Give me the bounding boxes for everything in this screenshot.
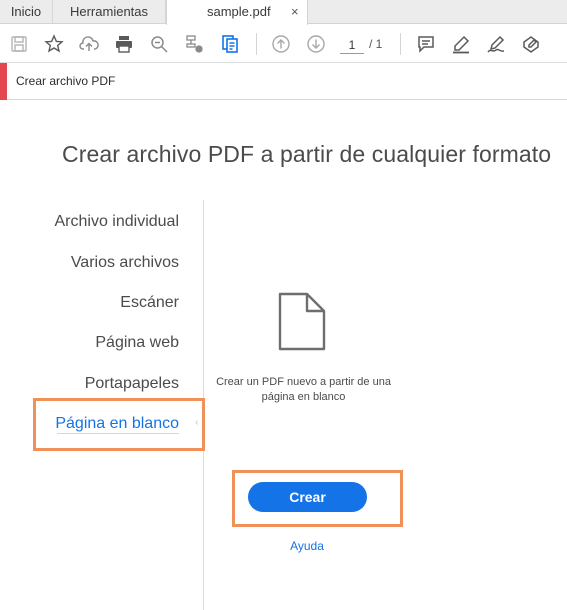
close-icon[interactable]: ×: [291, 0, 299, 24]
page-up-icon[interactable]: [271, 34, 291, 54]
save-icon[interactable]: [9, 34, 29, 54]
tool-accent-bar: [0, 63, 7, 100]
page-total: / 1: [369, 37, 383, 51]
fill-sign-icon[interactable]: [521, 34, 541, 54]
highlight-box-create: [232, 470, 403, 527]
star-icon[interactable]: [44, 34, 64, 54]
tool-title: Crear archivo PDF: [16, 74, 116, 88]
highlight-box-blank-page: [33, 398, 205, 451]
toolbar-separator: [256, 33, 257, 55]
zoom-search-icon[interactable]: [149, 34, 169, 54]
stamp-hand-icon[interactable]: [184, 34, 204, 54]
page-title: Crear archivo PDF a partir de cualquier …: [62, 141, 552, 167]
option-description: Crear un PDF nuevo a partir de una págin…: [216, 376, 391, 403]
cloud-upload-icon[interactable]: [79, 34, 99, 54]
page-number-input[interactable]: [340, 36, 364, 54]
help-link[interactable]: Ayuda: [276, 539, 338, 553]
tool-header: Crear archivo PDF: [0, 63, 567, 100]
nav-item-clipboard[interactable]: Portapapeles: [85, 375, 179, 393]
nav-item-web-page[interactable]: Página web: [95, 334, 179, 352]
tab-document-label: sample.pdf: [207, 4, 271, 19]
toolbar: / 1: [0, 25, 567, 63]
comment-icon[interactable]: [416, 34, 436, 54]
blank-document-icon: [277, 292, 327, 352]
nav-item-scanner[interactable]: Escáner: [120, 294, 179, 312]
tab-home[interactable]: Inicio: [0, 0, 52, 24]
page-down-icon[interactable]: [306, 34, 326, 54]
tab-bar: Inicio Herramientas sample.pdf ×: [0, 0, 567, 25]
create-pdf-icon[interactable]: [220, 34, 240, 54]
highlight-pen-icon[interactable]: [451, 34, 471, 54]
sign-icon[interactable]: [486, 34, 506, 54]
toolbar-separator: [400, 33, 401, 55]
nav-item-multiple-files[interactable]: Varios archivos: [71, 254, 179, 272]
tab-tools[interactable]: Herramientas: [52, 0, 166, 24]
tab-document[interactable]: sample.pdf ×: [166, 0, 308, 25]
nav-item-single-file[interactable]: Archivo individual: [54, 213, 179, 231]
print-icon[interactable]: [114, 34, 134, 54]
